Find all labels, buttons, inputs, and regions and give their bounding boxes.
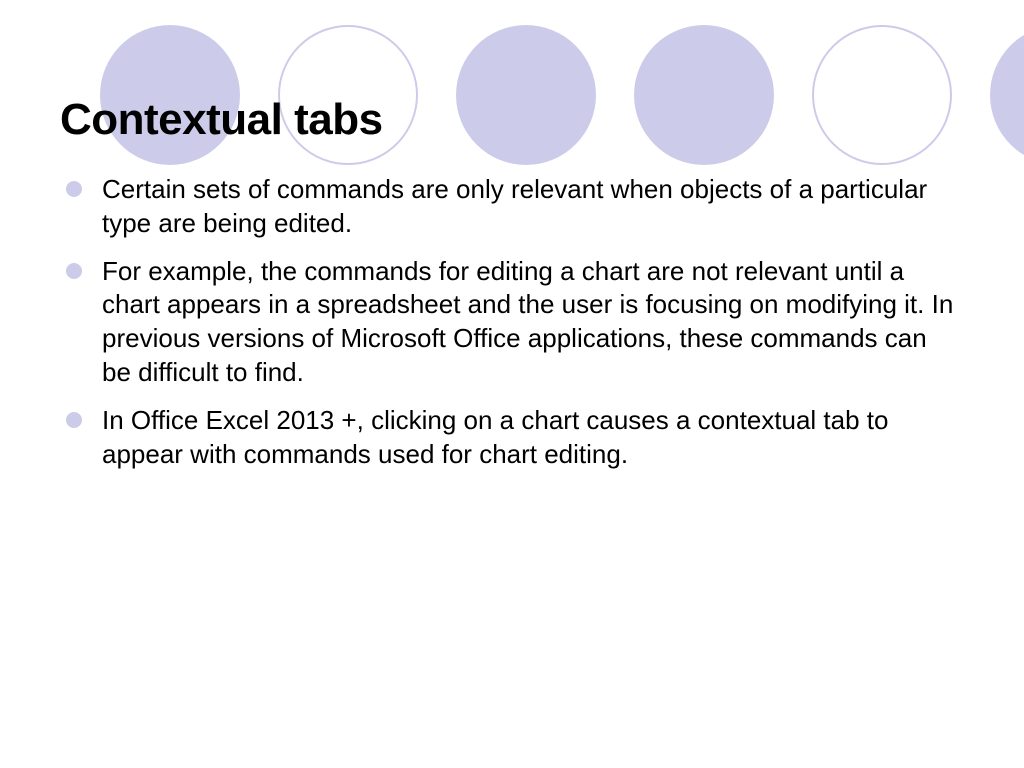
slide-title: Contextual tabs: [60, 95, 954, 145]
bullet-item: Certain sets of commands are only releva…: [90, 173, 954, 241]
slide-content: Contextual tabs Certain sets of commands…: [0, 0, 1024, 471]
bullet-item: In Office Excel 2013 +, clicking on a ch…: [90, 404, 954, 472]
bullet-item: For example, the commands for editing a …: [90, 255, 954, 390]
bullet-list: Certain sets of commands are only releva…: [60, 173, 954, 471]
